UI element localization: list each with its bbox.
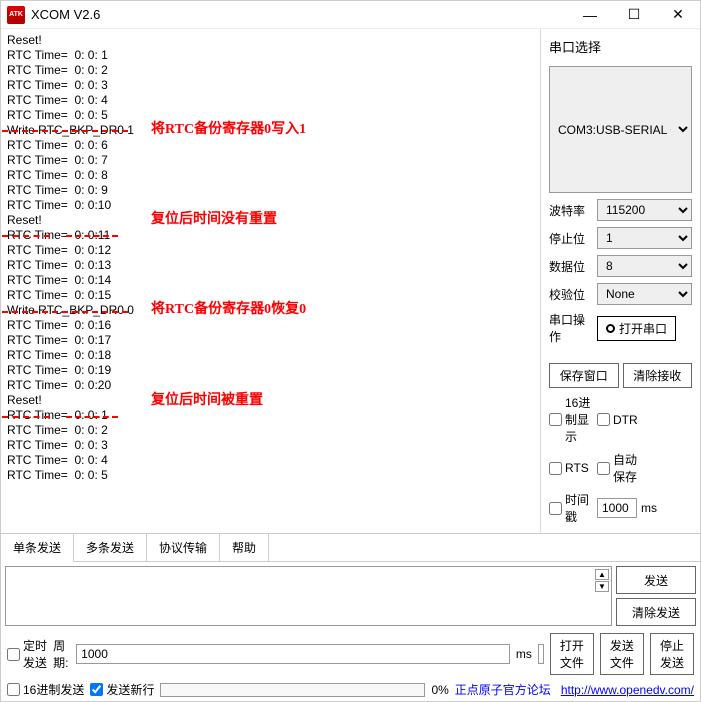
app-logo: ATK (7, 6, 25, 24)
tab-3[interactable]: 帮助 (220, 534, 269, 561)
window-title: XCOM V2.6 (31, 7, 568, 22)
terminal-line: RTC Time= 0: 0: 9 (7, 183, 534, 198)
period-label: 周期: (53, 637, 70, 671)
annotation: 复位后时间被重置 (151, 393, 263, 408)
terminal-line: RTC Time= 0: 0: 8 (7, 168, 534, 183)
terminal-line: RTC Time= 0: 0: 1 (7, 408, 534, 423)
timestamp-check[interactable]: 时间戳 (549, 491, 593, 525)
bottom-panel: 单条发送多条发送协议传输帮助 ▲ ▼ 发送 清除发送 定时发送 周期: ms 打… (1, 533, 700, 701)
progress-bar (160, 683, 425, 697)
autosave-check[interactable]: 自动保存 (597, 451, 641, 485)
data-select[interactable]: 8 (597, 255, 692, 277)
close-button[interactable]: ✕ (656, 1, 700, 29)
maximize-button[interactable]: ☐ (612, 1, 656, 29)
terminal-line: Reset! (7, 393, 534, 408)
ms-label: ms (641, 501, 657, 515)
progress-pct: 0% (431, 683, 448, 697)
terminal-line: RTC Time= 0: 0: 4 (7, 93, 534, 108)
dtr-check[interactable]: DTR (597, 413, 641, 427)
terminal-line: RTC Time= 0: 0:19 (7, 363, 534, 378)
stop-label: 停止位 (549, 230, 593, 247)
tab-2[interactable]: 协议传输 (147, 534, 220, 561)
terminal-line: RTC Time= 0: 0: 3 (7, 438, 534, 453)
clear-recv-button[interactable]: 清除接收 (623, 363, 693, 388)
tabs: 单条发送多条发送协议传输帮助 (1, 533, 700, 562)
tab-1[interactable]: 多条发送 (74, 534, 147, 561)
annotation: 将RTC备份寄存器0写入1 (151, 122, 306, 137)
titlebar: ATK XCOM V2.6 — ☐ ✕ (1, 1, 700, 29)
send-file-button[interactable]: 发送文件 (600, 633, 644, 675)
tab-0[interactable]: 单条发送 (1, 534, 74, 562)
footer-link[interactable]: http://www.openedv.com/ (561, 683, 694, 697)
terminal-line: RTC Time= 0: 0: 5 (7, 468, 534, 483)
status-dot-icon (606, 324, 615, 333)
terminal-line: RTC Time= 0: 0:16 (7, 318, 534, 333)
terminal-line: RTC Time= 0: 0: 3 (7, 78, 534, 93)
terminal-line: RTC Time= 0: 0:10 (7, 198, 534, 213)
baud-label: 波特率 (549, 202, 593, 219)
clear-send-button[interactable]: 清除发送 (616, 598, 696, 626)
port-select[interactable]: COM3:USB-SERIAL CH340 (549, 66, 692, 193)
sidebar: 串口选择 COM3:USB-SERIAL CH340 波特率115200 停止位… (540, 29, 700, 533)
terminal-line: RTC Time= 0: 0:13 (7, 258, 534, 273)
open-file-button[interactable]: 打开文件 (550, 633, 594, 675)
send-newline-check[interactable]: 发送新行 (90, 681, 154, 698)
scroll-up-icon[interactable]: ▲ (595, 569, 609, 580)
stop-select[interactable]: 1 (597, 227, 692, 249)
period-input[interactable] (76, 644, 510, 664)
save-window-button[interactable]: 保存窗口 (549, 363, 619, 388)
terminal-line: RTC Time= 0: 0:11 (7, 228, 534, 243)
ms-label-2: ms (516, 647, 532, 661)
rts-check[interactable]: RTS (549, 461, 593, 475)
terminal-line: RTC Time= 0: 0:20 (7, 378, 534, 393)
timestamp-input[interactable] (597, 498, 637, 518)
terminal-line: RTC Time= 0: 0: 7 (7, 153, 534, 168)
terminal-line: RTC Time= 0: 0: 1 (7, 48, 534, 63)
hex-send-check[interactable]: 16进制发送 (7, 681, 84, 698)
hex-display-check[interactable]: 16进制显示 (549, 394, 593, 445)
annotation: 复位后时间没有重置 (151, 212, 277, 227)
terminal-line: RTC Time= 0: 0:15 (7, 288, 534, 303)
terminal-line: RTC Time= 0: 0:17 (7, 333, 534, 348)
baud-select[interactable]: 115200 (597, 199, 692, 221)
terminal-line: RTC Time= 0: 0: 4 (7, 453, 534, 468)
scroll-down-icon[interactable]: ▼ (595, 581, 609, 592)
terminal-line: RTC Time= 0: 0: 6 (7, 138, 534, 153)
terminal-line: RTC Time= 0: 0:12 (7, 243, 534, 258)
terminal-line: RTC Time= 0: 0:18 (7, 348, 534, 363)
send-button[interactable]: 发送 (616, 566, 696, 594)
data-label: 数据位 (549, 258, 593, 275)
open-port-button[interactable]: 打开串口 (597, 316, 676, 341)
footer-text: 正点原子官方论坛 (455, 681, 551, 698)
timed-send-check[interactable]: 定时发送 (7, 637, 47, 671)
parity-label: 校验位 (549, 286, 593, 303)
serial-group-title: 串口选择 (549, 37, 692, 56)
annotation: 将RTC备份寄存器0恢复0 (151, 302, 306, 317)
terminal-line: RTC Time= 0: 0: 2 (7, 423, 534, 438)
parity-select[interactable]: None (597, 283, 692, 305)
stop-send-button[interactable]: 停止发送 (650, 633, 694, 675)
terminal-line: RTC Time= 0: 0: 5 (7, 108, 534, 123)
op-label: 串口操作 (549, 311, 593, 345)
file-path-input[interactable] (538, 644, 544, 664)
send-textbox[interactable]: ▲ ▼ (5, 566, 612, 626)
terminal-line: Reset! (7, 33, 534, 48)
minimize-button[interactable]: — (568, 1, 612, 29)
terminal-line: RTC Time= 0: 0: 2 (7, 63, 534, 78)
terminal-line: RTC Time= 0: 0:14 (7, 273, 534, 288)
terminal-output[interactable]: Reset!RTC Time= 0: 0: 1RTC Time= 0: 0: 2… (1, 29, 540, 533)
